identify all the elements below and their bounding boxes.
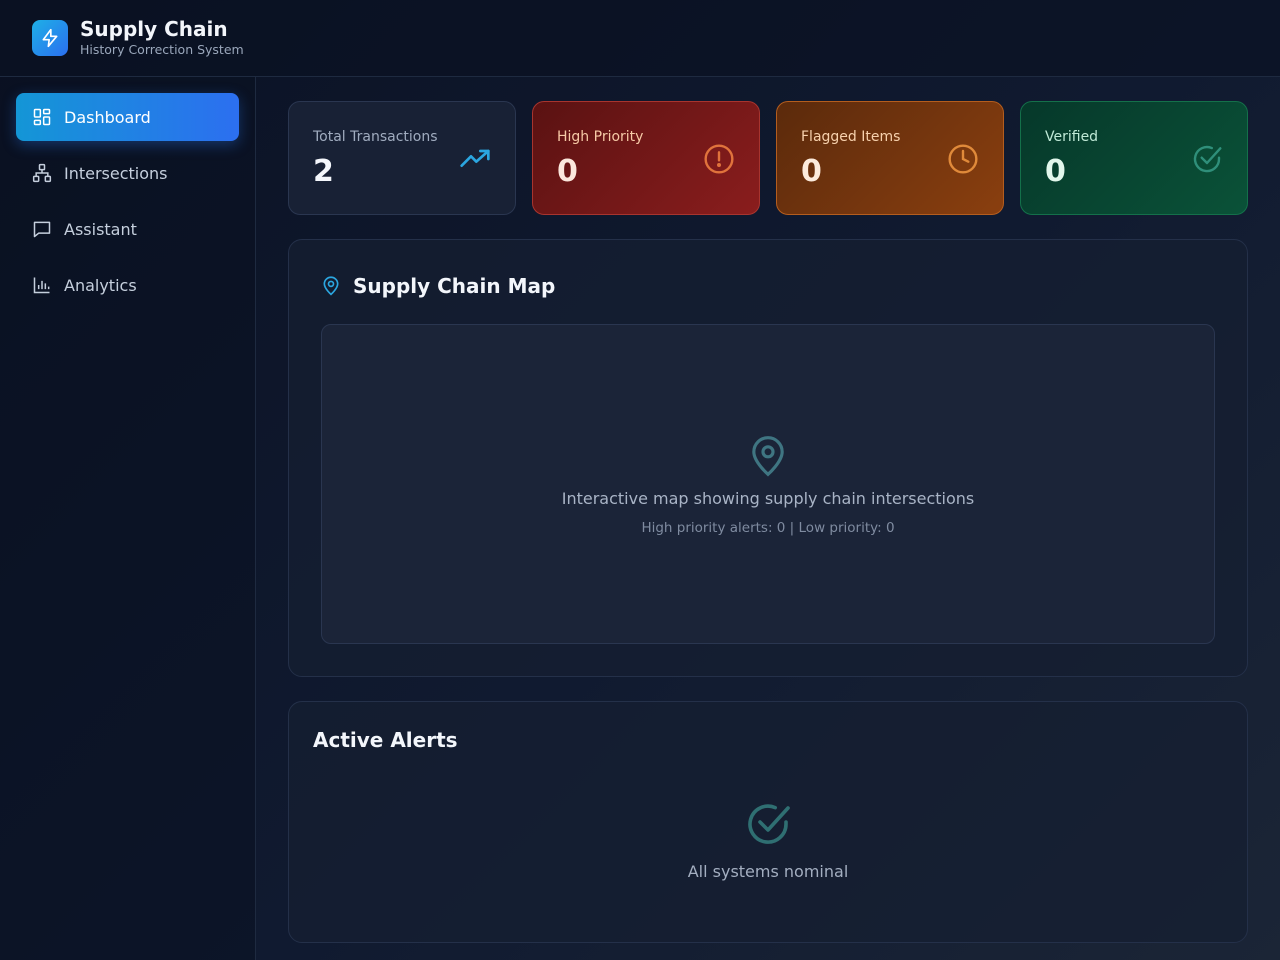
bar-chart-icon <box>32 275 52 295</box>
supply-chain-map-panel: Supply Chain Map Interactive map showing… <box>288 239 1248 677</box>
sidebar: Dashboard Intersections Assistant Analyt… <box>0 77 256 960</box>
sidebar-item-dashboard[interactable]: Dashboard <box>16 93 239 141</box>
check-circle-icon <box>1191 143 1223 175</box>
sidebar-item-label: Assistant <box>64 219 137 239</box>
lightning-icon <box>40 28 60 48</box>
stat-card-flagged-items: Flagged Items 0 <box>776 101 1004 215</box>
map-pin-icon <box>748 433 788 479</box>
panel-title: Active Alerts <box>313 728 458 752</box>
sidebar-item-label: Intersections <box>64 163 168 183</box>
clock-icon <box>947 143 979 175</box>
sidebar-item-assistant[interactable]: Assistant <box>16 205 239 253</box>
app-header: Supply Chain History Correction System <box>0 0 1280 77</box>
app-logo <box>32 20 68 56</box>
stats-row: Total Transactions 2 High Priority 0 Fla… <box>288 101 1248 215</box>
map-stats: High priority alerts: 0 | Low priority: … <box>641 519 895 536</box>
active-alerts-panel: Active Alerts All systems nominal <box>288 701 1248 943</box>
sidebar-item-intersections[interactable]: Intersections <box>16 149 239 197</box>
app-subtitle: History Correction System <box>80 42 244 57</box>
stat-card-total-transactions: Total Transactions 2 <box>288 101 516 215</box>
stat-card-verified: Verified 0 <box>1020 101 1248 215</box>
map-pin-icon <box>321 276 341 296</box>
panel-title: Supply Chain Map <box>353 274 556 298</box>
trending-up-icon <box>459 143 491 175</box>
chat-bubble-icon <box>32 219 52 239</box>
alerts-empty-state: All systems nominal <box>313 800 1223 881</box>
dashboard-grid-icon <box>32 107 52 127</box>
alert-circle-icon <box>703 143 735 175</box>
alerts-empty-message: All systems nominal <box>687 862 849 881</box>
check-circle-icon <box>744 800 792 848</box>
sidebar-item-analytics[interactable]: Analytics <box>16 261 239 309</box>
app-title: Supply Chain <box>80 17 228 41</box>
map-area[interactable]: Interactive map showing supply chain int… <box>321 324 1215 644</box>
sidebar-item-label: Analytics <box>64 275 137 295</box>
sidebar-item-label: Dashboard <box>64 107 151 127</box>
stat-card-high-priority: High Priority 0 <box>532 101 760 215</box>
main-content: Total Transactions 2 High Priority 0 Fla… <box>288 101 1248 943</box>
map-description: Interactive map showing supply chain int… <box>561 488 975 508</box>
network-icon <box>32 163 52 183</box>
